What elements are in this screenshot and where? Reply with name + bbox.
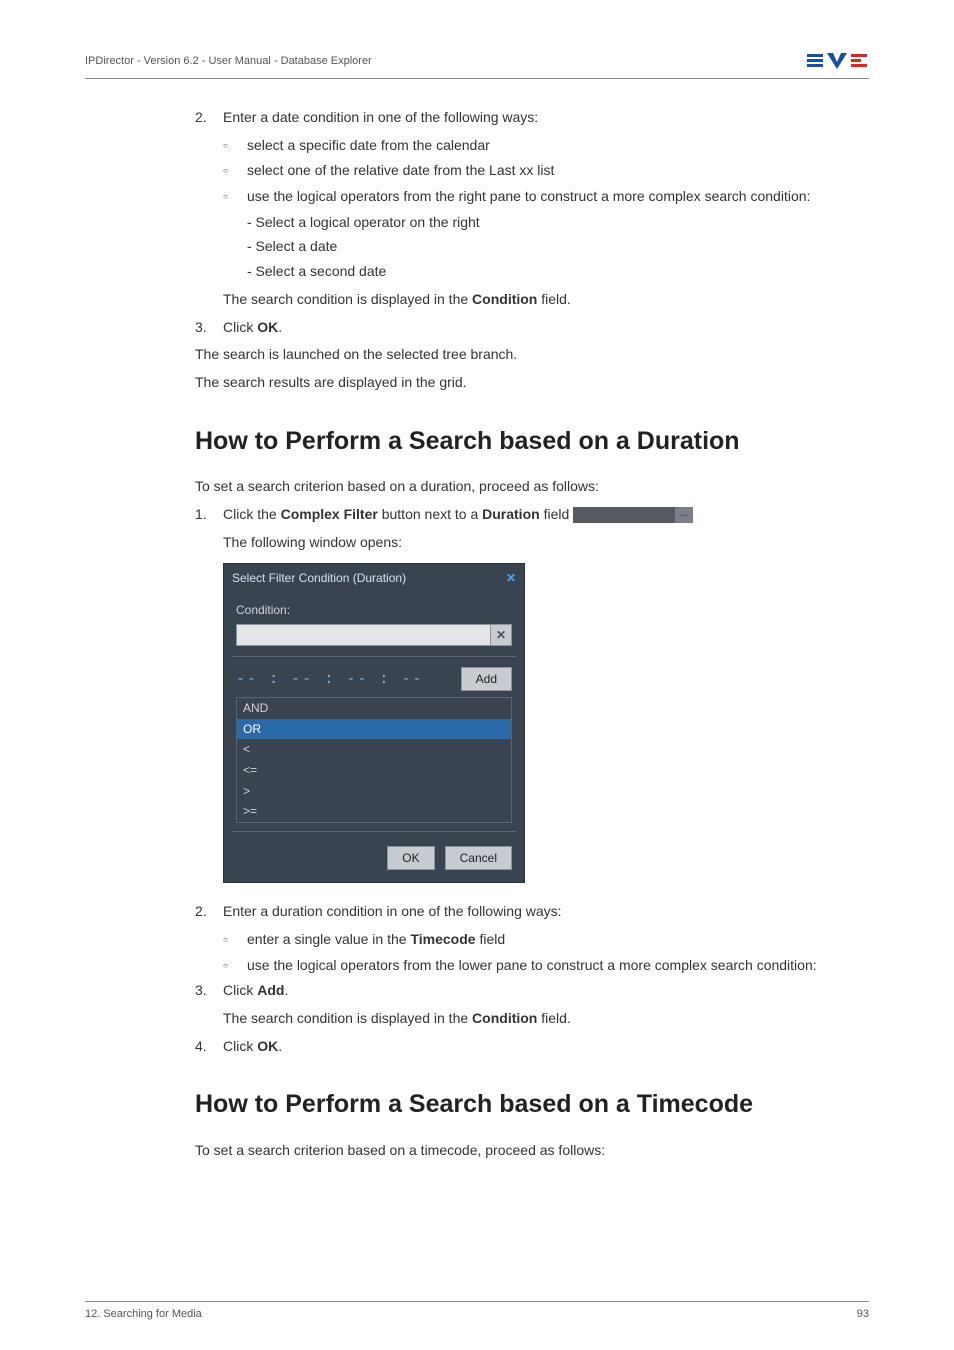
timecode-intro: To set a search criterion based on a tim… [195,1140,849,1162]
duration-intro: To set a search criterion based on a dur… [195,476,849,498]
page-number: 93 [857,1308,869,1320]
dialog-titlebar: Select Filter Condition (Duration) ✕ [224,564,524,593]
page-header: IPDirector - Version 6.2 - User Manual -… [85,50,869,79]
dash-item: - Select a second date [247,261,849,283]
step-number: 4. [195,1036,223,1058]
bullet-text: use the logical operators from the lower… [247,955,849,977]
step-text: Click the Complex Filter button next to … [223,504,849,526]
step-text: Enter a duration condition in one of the… [223,901,849,923]
operator-or[interactable]: OR [237,719,511,740]
step-text: Enter a date condition in one of the fol… [223,107,849,129]
bullet-item: ○ select a specific date from the calend… [223,135,849,157]
bullet-icon: ○ [223,160,247,182]
step-number: 2. [195,901,223,923]
heading-duration: How to Perform a Search based on a Durat… [195,422,849,461]
page-footer: 12. Searching for Media 93 [85,1301,869,1320]
step-number: 2. [195,107,223,129]
duration-step-2: 2. Enter a duration condition in one of … [195,901,849,923]
bullet-icon: ○ [223,135,247,157]
window-opens-text: The following window opens: [223,532,849,554]
dash-item: - Select a date [247,236,849,258]
complex-filter-button-icon: ... [675,507,693,523]
condition-label: Condition: [236,601,512,620]
dash-item: - Select a logical operator on the right [247,212,849,234]
step-2: 2. Enter a date condition in one of the … [195,107,849,129]
clear-condition-button[interactable]: ✕ [491,624,512,646]
page-content: 2. Enter a date condition in one of the … [195,107,849,1162]
operator-lt[interactable]: < [237,739,511,760]
bullet-item: ○ use the logical operators from the rig… [223,186,849,208]
dialog-title: Select Filter Condition (Duration) [232,569,406,588]
operator-and[interactable]: AND [237,698,511,719]
bullet-item: ○ select one of the relative date from t… [223,160,849,182]
footer-section: 12. Searching for Media [85,1308,202,1320]
timecode-input[interactable]: -- : -- : -- : -- [236,667,461,690]
operators-list: AND OR < <= > >= [236,697,512,823]
evs-logo [807,50,869,72]
ok-button[interactable]: OK [387,846,434,871]
bullet-text: use the logical operators from the right… [247,186,849,208]
breadcrumb: IPDirector - Version 6.2 - User Manual -… [85,55,372,67]
step-3: 3. Click OK. [195,317,849,339]
cancel-button[interactable]: Cancel [445,846,512,871]
duration-step-4: 4. Click OK. [195,1036,849,1058]
step-number: 3. [195,980,223,1002]
result-text: The search is launched on the selected t… [195,344,849,366]
step-text: Click OK. [223,1036,849,1058]
add-button[interactable]: Add [461,667,512,692]
operator-lte[interactable]: <= [237,760,511,781]
condition-note: The search condition is displayed in the… [223,289,849,311]
bullet-text: select one of the relative date from the… [247,160,849,182]
bullet-item: ○ enter a single value in the Timecode f… [223,929,849,951]
step-text: Click OK. [223,317,849,339]
condition-input[interactable] [236,624,491,646]
operator-gte[interactable]: >= [237,801,511,822]
duration-step-3: 3. Click Add. [195,980,849,1002]
step-text: Click Add. [223,980,849,1002]
bullet-text: select a specific date from the calendar [247,135,849,157]
bullet-item: ○ use the logical operators from the low… [223,955,849,977]
operator-gt[interactable]: > [237,781,511,802]
bullet-icon: ○ [223,186,247,208]
duration-field-example: ... [573,507,693,523]
bullet-icon: ○ [223,929,247,951]
result-text: The search results are displayed in the … [195,372,849,394]
condition-note: The search condition is displayed in the… [223,1008,849,1030]
heading-timecode: How to Perform a Search based on a Timec… [195,1085,849,1124]
close-icon[interactable]: ✕ [506,569,516,588]
bullet-icon: ○ [223,955,247,977]
step-number: 3. [195,317,223,339]
bullet-text: enter a single value in the Timecode fie… [247,929,849,951]
duration-step-1: 1. Click the Complex Filter button next … [195,504,849,526]
filter-condition-dialog: Select Filter Condition (Duration) ✕ Con… [223,563,525,883]
step-number: 1. [195,504,223,526]
